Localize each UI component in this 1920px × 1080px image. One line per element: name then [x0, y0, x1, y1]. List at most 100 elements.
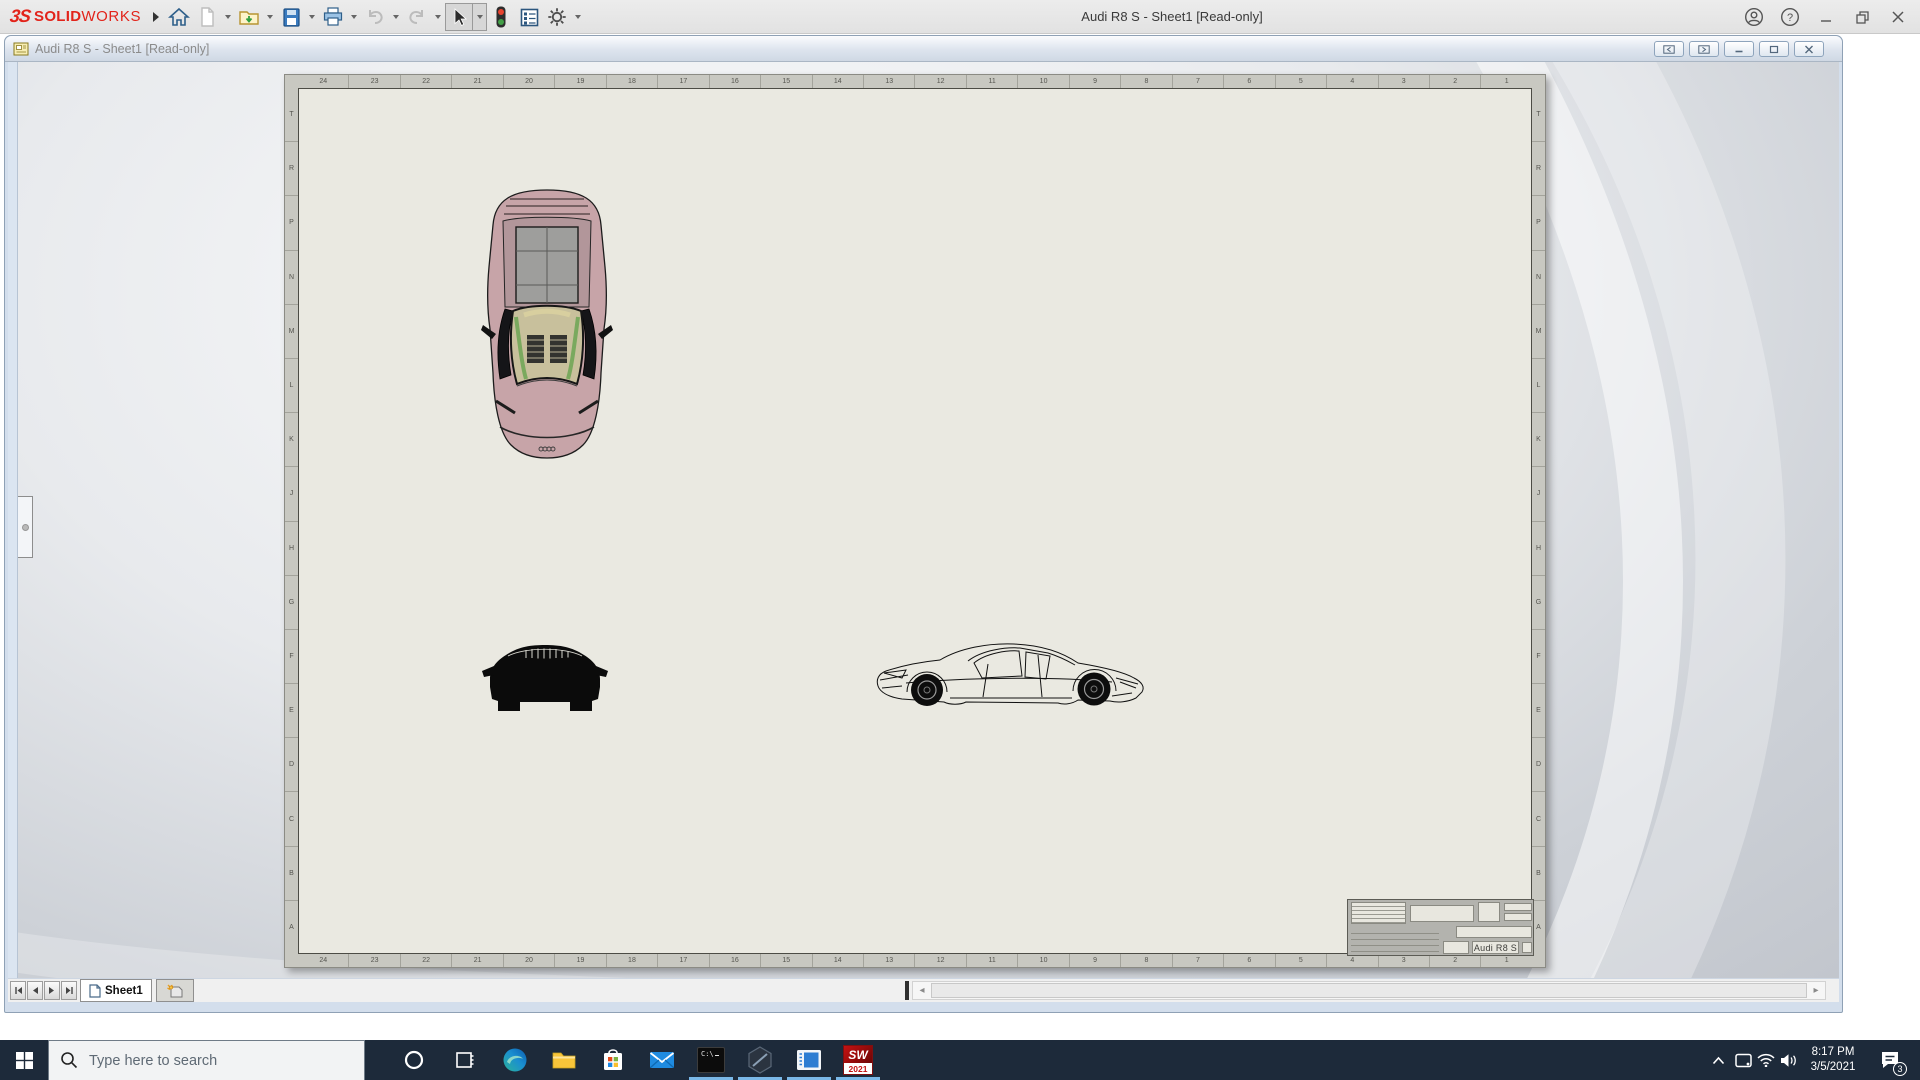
- home-button[interactable]: [165, 3, 193, 31]
- zone-number: 2: [1429, 75, 1480, 88]
- save-dropdown[interactable]: [305, 3, 319, 31]
- help-button[interactable]: ?: [1772, 0, 1808, 34]
- taskbar-store-button[interactable]: [589, 1040, 637, 1080]
- next-sheet-button[interactable]: [44, 981, 60, 1000]
- zone-letter: H: [285, 521, 298, 575]
- tray-wifi-button[interactable]: [1755, 1040, 1777, 1080]
- sheet-tab-label: Sheet1: [105, 985, 143, 997]
- tray-show-hidden-icons-button[interactable]: [1706, 1040, 1730, 1080]
- undo-dropdown[interactable]: [389, 3, 403, 31]
- zone-number: 17: [657, 75, 708, 88]
- undo-button[interactable]: [361, 3, 389, 31]
- feature-manager-expand-tab[interactable]: [18, 496, 33, 558]
- open-dropdown[interactable]: [263, 3, 277, 31]
- options-list-button[interactable]: [515, 3, 543, 31]
- document-caption-bar[interactable]: Audi R8 S - Sheet1 [Read-only]: [5, 36, 1842, 62]
- scroll-right-arrow-icon[interactable]: ▸: [1807, 982, 1825, 999]
- home-icon: [168, 6, 190, 28]
- doc-pane-right-button[interactable]: [1689, 41, 1719, 57]
- account-button[interactable]: [1736, 0, 1772, 34]
- main-toolbar: [165, 3, 585, 31]
- zone-number: 8: [1120, 75, 1171, 88]
- minimize-button[interactable]: [1808, 0, 1844, 34]
- drawing-document-icon: [13, 41, 29, 57]
- title-block-cell: [1504, 903, 1532, 911]
- taskbar-solidworks-button[interactable]: SW 2021: [834, 1040, 882, 1080]
- cortana-button[interactable]: [390, 1040, 438, 1080]
- print-button[interactable]: [319, 3, 347, 31]
- tab-sheet1[interactable]: Sheet1: [80, 979, 152, 1002]
- taskbar-command-prompt-button[interactable]: C:\: [687, 1040, 735, 1080]
- 3ds-logo-icon: 3S: [9, 6, 32, 27]
- doc-pane-left-button[interactable]: [1654, 41, 1684, 57]
- drawing-sheet[interactable]: 242322212019181716151413121110987654321 …: [284, 74, 1546, 968]
- new-document-button[interactable]: [193, 3, 221, 31]
- doc-close-button[interactable]: [1794, 41, 1824, 57]
- minimize-icon: [1819, 10, 1833, 24]
- feature-manager-collapsed-strip[interactable]: [8, 62, 18, 978]
- taskbar-media-app-button[interactable]: [785, 1040, 833, 1080]
- settings-button[interactable]: [543, 3, 571, 31]
- sheet-navigation: [10, 981, 77, 1000]
- save-icon: [281, 7, 302, 28]
- add-sheet-button[interactable]: [156, 979, 194, 1002]
- open-button[interactable]: [235, 3, 263, 31]
- zone-letter: N: [1532, 250, 1545, 304]
- drawing-view-front[interactable]: [480, 635, 610, 717]
- title-block-field-lines: [1351, 928, 1439, 954]
- drawing-view-top[interactable]: [480, 187, 614, 460]
- settings-dropdown[interactable]: [571, 3, 585, 31]
- last-sheet-button[interactable]: [61, 981, 77, 1000]
- open-folder-icon: [238, 6, 260, 28]
- windows-logo-icon: [16, 1052, 33, 1069]
- scrollbar-thumb[interactable]: [931, 983, 1807, 998]
- zone-number: 10: [1017, 954, 1068, 967]
- new-document-dropdown[interactable]: [221, 3, 235, 31]
- restore-button[interactable]: [1844, 0, 1880, 34]
- graphics-area[interactable]: 242322212019181716151413121110987654321 …: [8, 62, 1839, 978]
- zone-letter: P: [1532, 195, 1545, 249]
- tray-display-button[interactable]: [1731, 1040, 1755, 1080]
- menu-flyout-arrow-icon[interactable]: [153, 12, 159, 22]
- redo-dropdown[interactable]: [431, 3, 445, 31]
- drawing-view-side[interactable]: [870, 640, 1152, 714]
- windows-taskbar: C:\ SW 2021 8:17 PM: [0, 1040, 1920, 1080]
- tray-clock[interactable]: 8:17 PM 3/5/2021: [1801, 1040, 1865, 1080]
- add-sheet-icon: [167, 984, 183, 998]
- zone-letter: B: [285, 846, 298, 900]
- search-input[interactable]: [48, 1040, 365, 1080]
- cortana-icon: [403, 1049, 425, 1071]
- undo-icon: [364, 6, 386, 28]
- redo-button[interactable]: [403, 3, 431, 31]
- rebuild-button[interactable]: [487, 3, 515, 31]
- pane-splitter-handle[interactable]: [905, 981, 909, 1000]
- start-button[interactable]: [0, 1040, 48, 1080]
- previous-sheet-button[interactable]: [27, 981, 43, 1000]
- first-sheet-button[interactable]: [10, 981, 26, 1000]
- taskbar-edge-button[interactable]: [491, 1040, 539, 1080]
- select-tool-button[interactable]: [445, 3, 473, 31]
- sheet-icon: [89, 984, 101, 998]
- title-block: Audi R8 S: [1347, 899, 1534, 956]
- save-button[interactable]: [277, 3, 305, 31]
- chevron-up-icon: [1712, 1056, 1725, 1065]
- scroll-left-arrow-icon[interactable]: ◂: [913, 982, 931, 999]
- doc-restore-button[interactable]: [1759, 41, 1789, 57]
- print-dropdown[interactable]: [347, 3, 361, 31]
- select-tool-dropdown[interactable]: [473, 3, 487, 31]
- horizontal-scrollbar[interactable]: ◂ ▸: [912, 981, 1826, 1000]
- taskbar-file-explorer-button[interactable]: [540, 1040, 588, 1080]
- tray-volume-button[interactable]: [1777, 1040, 1801, 1080]
- taskbar-hexagon-app-button[interactable]: [736, 1040, 784, 1080]
- zone-letter: E: [285, 683, 298, 737]
- zone-letter: B: [1532, 846, 1545, 900]
- taskbar-search[interactable]: [48, 1040, 365, 1080]
- zone-letter: R: [285, 141, 298, 195]
- action-center-button[interactable]: 3: [1867, 1040, 1912, 1080]
- close-button[interactable]: [1880, 0, 1916, 34]
- doc-minimize-button[interactable]: [1724, 41, 1754, 57]
- task-view-button[interactable]: [440, 1040, 488, 1080]
- redo-icon: [406, 6, 428, 28]
- display-icon: [1735, 1053, 1752, 1068]
- taskbar-mail-button[interactable]: [638, 1040, 686, 1080]
